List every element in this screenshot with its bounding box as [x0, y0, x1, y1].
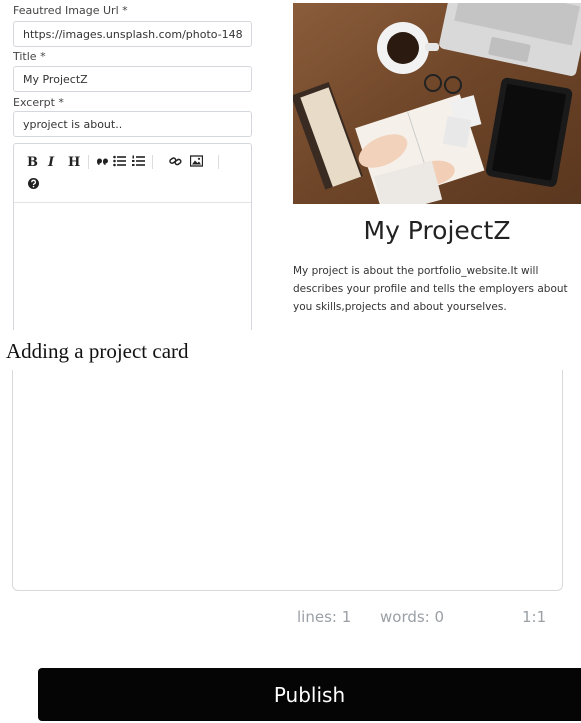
- ordered-list-icon[interactable]: [132, 155, 145, 171]
- figure-caption: Adding a project card: [6, 339, 189, 363]
- card-excerpt: My project is about the portfolio_websit…: [293, 265, 568, 313]
- desk-photo-illustration: [293, 3, 581, 204]
- excerpt-input[interactable]: [13, 111, 252, 137]
- status-words: words: 0: [380, 608, 445, 626]
- toolbar-divider: [218, 155, 219, 169]
- editor-toolbar: B I H: [14, 144, 251, 203]
- image-url-input[interactable]: [13, 21, 252, 47]
- image-icon[interactable]: [189, 155, 204, 171]
- quote-icon[interactable]: [96, 155, 108, 171]
- title-label: Title *: [13, 50, 46, 63]
- toolbar-divider: [152, 155, 153, 169]
- help-icon[interactable]: [28, 178, 39, 193]
- excerpt-label: Excerpt *: [13, 96, 64, 109]
- title-input[interactable]: [13, 66, 252, 92]
- card-title: My ProjectZ: [363, 216, 511, 245]
- status-lines: lines: 1: [297, 608, 352, 626]
- bold-button[interactable]: B: [27, 156, 38, 170]
- heading-button[interactable]: H: [68, 156, 80, 170]
- italic-button[interactable]: I: [48, 156, 54, 170]
- markdown-editor[interactable]: B I H: [13, 143, 252, 330]
- link-icon[interactable]: [169, 155, 182, 171]
- unordered-list-icon[interactable]: [113, 155, 126, 171]
- image-url-label: Feautred Image Url *: [13, 4, 128, 17]
- publish-button[interactable]: Publish: [38, 668, 581, 721]
- status-cursor: 1:1: [522, 608, 547, 626]
- editor-text-area[interactable]: [12, 370, 563, 591]
- toolbar-divider: [88, 155, 89, 169]
- featured-image: [293, 3, 581, 204]
